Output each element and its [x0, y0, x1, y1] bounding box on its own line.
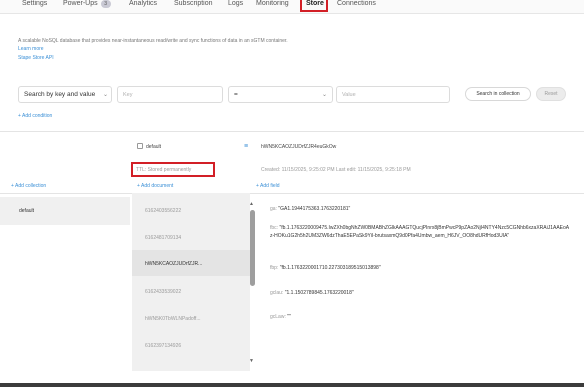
tab-logs[interactable]: Logs	[228, 0, 243, 10]
operator-select[interactable]: = ⌄	[228, 86, 333, 103]
tab-subscription[interactable]: Subscription	[174, 0, 213, 10]
filter-icon[interactable]: ≡	[244, 143, 248, 150]
tab-settings[interactable]: Settings	[22, 0, 47, 10]
document-item[interactable]: 6162403556222	[145, 208, 181, 214]
field-value: "fb.1.1763220001710.227303189515013898"	[279, 265, 381, 271]
document-item[interactable]: hWN5K0TbWLNPadoff...	[145, 316, 201, 322]
document-item-selected[interactable]: hWN5KCAOZJUDrfZJR...	[145, 261, 202, 267]
key-input[interactable]: Key	[117, 86, 223, 103]
search-in-collection-button[interactable]: Search in collection	[465, 87, 531, 101]
add-collection-link[interactable]: + Add collection	[11, 183, 46, 189]
field-key: ga:	[270, 206, 277, 212]
scroll-up-arrow-icon[interactable]: ▲	[249, 201, 254, 207]
add-field-link[interactable]: + Add field	[256, 183, 280, 189]
tab-power-ups[interactable]: Power-Ups 3	[63, 0, 111, 10]
tab-monitoring[interactable]: Monitoring	[256, 0, 289, 10]
chevron-down-icon: ⌄	[103, 92, 109, 98]
divider	[0, 131, 584, 132]
field-value: "fb.1.1763220009475.IwZXh0bgNhZW0BMABhZG…	[270, 225, 570, 239]
power-ups-count-badge: 3	[100, 0, 111, 8]
document-id-title: hWN5KCAOZJUDrfZJR4euGkOw	[261, 144, 337, 150]
collection-item-default[interactable]: default	[19, 208, 34, 214]
store-description: A scalable NoSQL database that provides …	[18, 38, 288, 44]
field-value: ""	[287, 314, 291, 320]
scroll-down-arrow-icon[interactable]: ▼	[249, 358, 254, 364]
field-row[interactable]: ga: "GA1.1944175363.1763220181"	[270, 205, 570, 213]
field-row[interactable]: gcLaw: ""	[270, 313, 570, 321]
document-item[interactable]: 6162433539022	[145, 289, 181, 295]
add-condition-link[interactable]: + Add condition	[18, 113, 52, 119]
tab-analytics[interactable]: Analytics	[129, 0, 157, 10]
ttl-highlight	[131, 162, 215, 177]
field-row[interactable]: fbc: "fb.1.1763220009475.IwZXh0bgNhZW0BM…	[270, 224, 570, 240]
search-mode-value: Search by key and value	[24, 91, 96, 98]
field-row[interactable]: fbp: "fb.1.1763220001710.227303189515013…	[270, 264, 570, 272]
field-key: gclau:	[270, 290, 284, 296]
key-placeholder: Key	[123, 92, 133, 98]
learn-more-link[interactable]: Learn more	[18, 46, 44, 52]
stape-store-api-link[interactable]: Stape Store API	[18, 55, 54, 61]
bottom-bar	[0, 383, 584, 387]
field-key: gcLaw:	[270, 314, 286, 320]
documents-scrollbar[interactable]	[250, 210, 255, 286]
divider	[0, 193, 584, 194]
store-tab-highlight	[300, 0, 328, 12]
field-row[interactable]: gclau: "1.1.1502789845.1763220018"	[270, 289, 570, 297]
collection-checkbox[interactable]	[137, 143, 143, 149]
collection-name: default	[146, 144, 162, 150]
field-key: fbc:	[270, 225, 279, 231]
tab-power-ups-label: Power-Ups	[63, 0, 98, 7]
document-meta: Created: 11/15/2025, 9:25:02 PM Last edi…	[261, 167, 411, 173]
field-value: "GA1.1944175363.1763220181"	[278, 206, 351, 212]
chevron-down-icon: ⌄	[322, 92, 328, 98]
top-nav: Settings Power-Ups 3 Analytics Subscripti…	[0, 0, 584, 14]
operator-value: =	[234, 91, 238, 98]
value-input[interactable]: Value	[336, 86, 450, 103]
document-item[interactable]: 6162397134926	[145, 343, 181, 349]
tab-connections[interactable]: Connections	[337, 0, 376, 10]
document-item[interactable]: 6162481709134	[145, 235, 181, 241]
field-key: fbp:	[270, 265, 279, 271]
value-placeholder: Value	[342, 92, 356, 98]
add-document-link[interactable]: + Add document	[137, 183, 173, 189]
field-value: "1.1.1502789845.1763220018"	[284, 290, 354, 296]
reset-button[interactable]: Reset	[536, 87, 566, 101]
search-mode-select[interactable]: Search by key and value ⌄	[18, 86, 112, 103]
